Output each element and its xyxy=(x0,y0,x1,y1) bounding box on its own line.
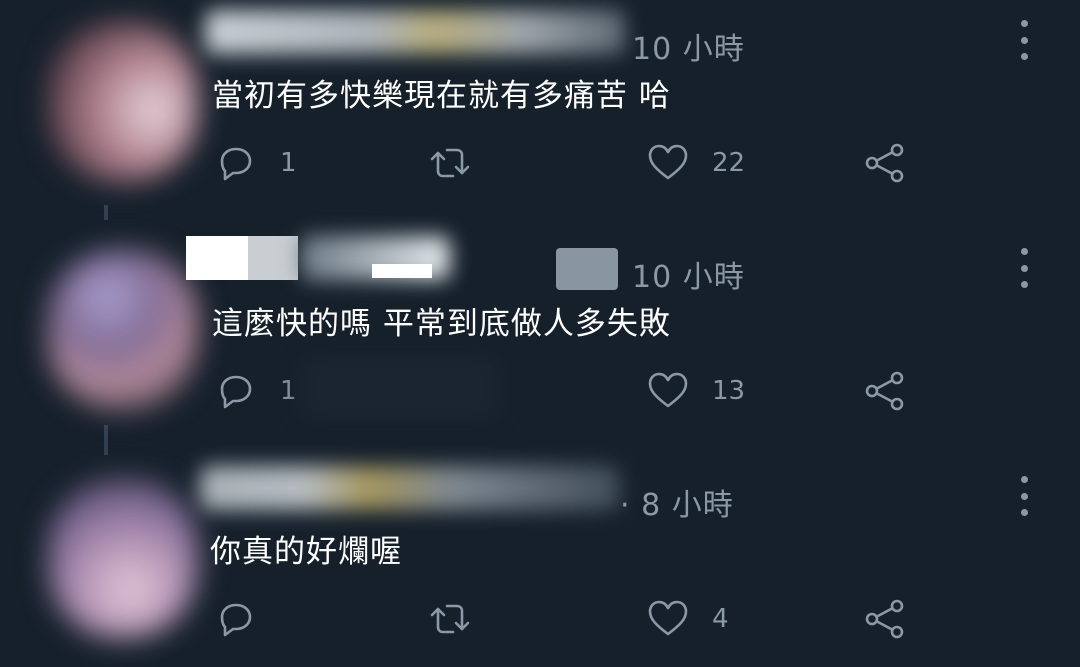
like-count: 13 xyxy=(712,376,746,406)
more-vertical-icon xyxy=(1020,248,1028,255)
avatar[interactable] xyxy=(48,22,198,182)
share-icon xyxy=(865,143,904,183)
reply-thread: 10 小時 當初有多快樂現在就有多痛苦 哈 1 22 10 小時 這麼快的嗎 平… xyxy=(0,0,1080,667)
avatar[interactable] xyxy=(48,478,198,638)
reply-icon xyxy=(220,375,252,409)
tweet-item[interactable]: · 8 小時 你真的好爛喔 4 xyxy=(0,456,1080,667)
heart-icon xyxy=(648,372,688,408)
like-button[interactable]: 22 xyxy=(646,141,745,185)
display-name-redacted xyxy=(186,236,248,280)
more-vertical-icon xyxy=(1020,281,1028,288)
reply-button[interactable]: 1 xyxy=(214,369,297,413)
more-vertical-icon xyxy=(1020,20,1028,27)
retweet-button[interactable] xyxy=(428,141,472,185)
reply-count: 1 xyxy=(280,376,297,406)
display-name-redacted xyxy=(205,10,625,54)
tweet-item[interactable]: 10 小時 這麼快的嗎 平常到底做人多失敗 1 13 xyxy=(0,228,1080,456)
share-icon xyxy=(865,371,904,411)
display-name-redacted xyxy=(200,466,620,510)
more-options-button[interactable] xyxy=(1012,20,1036,60)
more-vertical-icon xyxy=(1020,53,1028,60)
display-name-redacted xyxy=(248,236,298,280)
timestamp[interactable]: 10 小時 xyxy=(632,252,745,296)
tweet-item[interactable]: 10 小時 當初有多快樂現在就有多痛苦 哈 1 22 xyxy=(0,0,1080,228)
more-vertical-icon xyxy=(1020,264,1028,272)
more-vertical-icon xyxy=(1020,476,1028,483)
share-icon xyxy=(865,599,904,639)
heart-icon xyxy=(648,144,688,180)
display-name-redacted xyxy=(556,248,618,290)
retweet-icon xyxy=(430,148,470,178)
more-vertical-icon xyxy=(1020,36,1028,44)
more-vertical-icon xyxy=(1020,492,1028,500)
more-options-button[interactable] xyxy=(1012,248,1036,288)
tweet-text: 你真的好爛喔 xyxy=(210,534,402,570)
reply-button[interactable] xyxy=(214,597,280,641)
like-button[interactable]: 4 xyxy=(646,597,729,641)
redacted-area xyxy=(300,358,500,418)
like-count: 4 xyxy=(712,604,729,634)
reply-icon xyxy=(220,147,252,181)
heart-icon xyxy=(648,600,688,636)
reply-button[interactable]: 1 xyxy=(214,141,297,185)
more-vertical-icon xyxy=(1020,509,1028,516)
reply-icon xyxy=(220,603,252,637)
more-options-button[interactable] xyxy=(1012,476,1036,516)
tweet-text: 這麼快的嗎 平常到底做人多失敗 xyxy=(212,306,671,342)
retweet-button[interactable] xyxy=(428,597,472,641)
share-button[interactable] xyxy=(863,597,907,641)
like-count: 22 xyxy=(712,148,746,178)
like-button[interactable]: 13 xyxy=(646,369,745,413)
display-name-redacted xyxy=(372,264,432,278)
reply-count: 1 xyxy=(280,148,297,178)
avatar[interactable] xyxy=(48,250,198,410)
timestamp[interactable]: 10 小時 xyxy=(632,24,745,68)
timestamp[interactable]: · 8 小時 xyxy=(620,480,734,524)
share-button[interactable] xyxy=(863,369,907,413)
share-button[interactable] xyxy=(863,141,907,185)
tweet-text: 當初有多快樂現在就有多痛苦 哈 xyxy=(212,78,671,114)
retweet-icon xyxy=(430,604,470,634)
